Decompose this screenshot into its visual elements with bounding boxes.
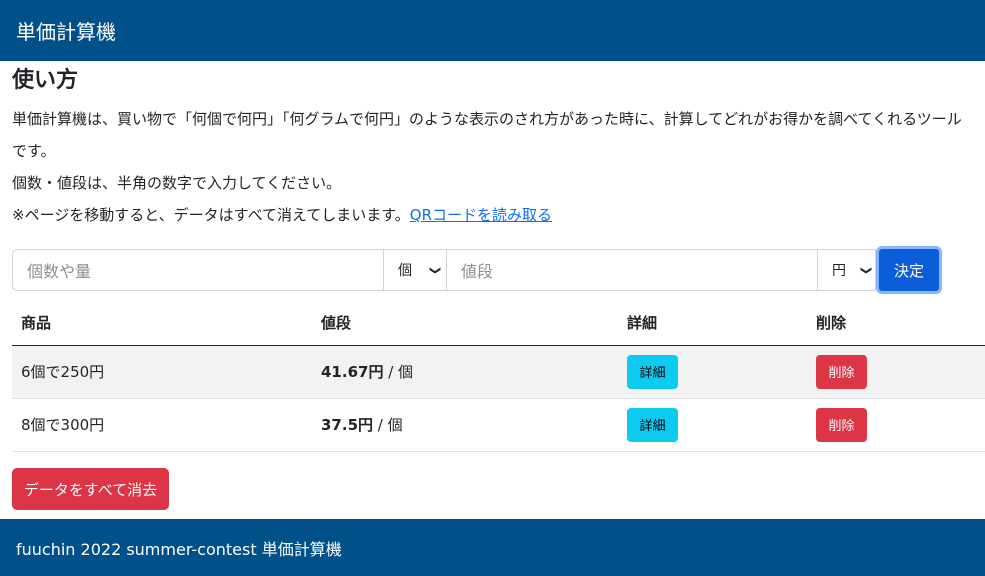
delete-cell: 削除 (807, 398, 985, 452)
price-input[interactable]: 値段 (447, 249, 818, 291)
desc-line-1: 単価計算機は、買い物で「何個で何円」「何グラムで何円」のような表示のされ方があっ… (12, 110, 962, 160)
results-table: 商品 値段 詳細 削除 6個で250円 41.67円 / 個 詳細 削除 8個で… (12, 301, 985, 452)
quantity-input[interactable]: 個数や量 (12, 249, 384, 291)
clear-all-button[interactable]: データをすべて消去 (12, 468, 169, 510)
header-detail: 詳細 (618, 301, 807, 346)
table-header-row: 商品 値段 詳細 削除 (12, 301, 985, 346)
table-row: 8個で300円 37.5円 / 個 詳細 削除 (12, 398, 985, 452)
app-title[interactable]: 単価計算機 (16, 16, 116, 45)
chevron-down-icon: ❯ (859, 265, 873, 275)
header-delete: 削除 (807, 301, 985, 346)
detail-cell: 詳細 (618, 345, 807, 399)
delete-cell: 削除 (807, 345, 985, 399)
navbar: 単価計算機 (0, 0, 985, 61)
submit-button[interactable]: 決定 (876, 246, 942, 294)
footer: fuuchin 2022 summer-contest 単価計算機 (0, 519, 985, 576)
delete-button[interactable]: 削除 (816, 407, 867, 442)
header-product: 商品 (12, 301, 312, 346)
desc-line-3: ※ページを移動すると、データはすべて消えてしまいます。QRコードを読み取る (12, 206, 553, 224)
desc-line-2: 個数・値段は、半角の数字で入力してください。 (12, 174, 342, 192)
detail-cell: 詳細 (618, 398, 807, 452)
main-content: 使い方 単価計算機は、買い物で「何個で何円」「何グラムで何円」のような表示のされ… (12, 61, 985, 510)
detail-button[interactable]: 詳細 (627, 407, 678, 442)
usage-description: 単価計算機は、買い物で「何個で何円」「何グラムで何円」のような表示のされ方があっ… (12, 103, 972, 231)
delete-button[interactable]: 削除 (816, 354, 867, 389)
product-cell: 8個で300円 (12, 398, 312, 452)
unit-price-cell: 41.67円 / 個 (312, 345, 618, 399)
table-row: 6個で250円 41.67円 / 個 詳細 削除 (12, 345, 985, 399)
product-cell: 6個で250円 (12, 345, 312, 399)
unit-price-cell: 37.5円 / 個 (312, 398, 618, 452)
footer-text: fuuchin 2022 summer-contest 単価計算機 (16, 539, 342, 559)
qr-reader-link[interactable]: QRコードを読み取る (410, 206, 552, 224)
currency-select[interactable]: 円 ❯ (818, 249, 876, 291)
input-group: 個数や量 個 ❯ 値段 円 ❯ 決定 (12, 246, 942, 294)
header-price: 値段 (312, 301, 618, 346)
unit-select[interactable]: 個 ❯ (384, 249, 447, 291)
detail-button[interactable]: 詳細 (627, 354, 678, 389)
chevron-down-icon: ❯ (428, 265, 442, 275)
page-title: 使い方 (12, 68, 79, 93)
